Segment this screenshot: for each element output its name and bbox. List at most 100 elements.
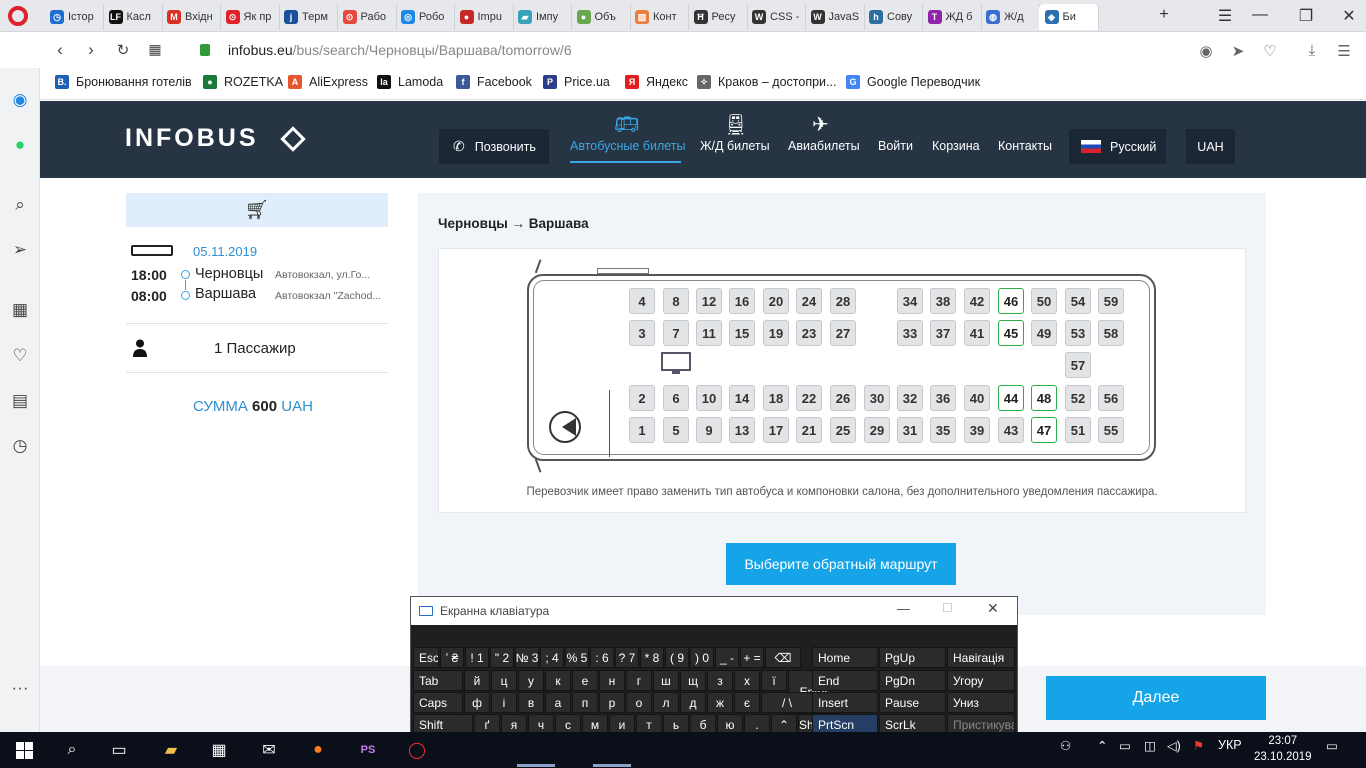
- bookmark-item[interactable]: ● ROZETKA: [203, 75, 283, 89]
- keyboard-key[interactable]: * 8: [640, 647, 664, 668]
- keyboard-side-key[interactable]: PgDn: [879, 670, 946, 691]
- keyboard-key[interactable]: № 3: [515, 647, 539, 668]
- bookmark-item[interactable]: Я Яндекс: [625, 75, 688, 89]
- easy-setup-icon[interactable]: ☰: [1334, 42, 1354, 60]
- keyboard-key[interactable]: н: [599, 670, 625, 691]
- whatsapp-icon[interactable]: ●: [9, 134, 31, 156]
- search-icon[interactable]: ⌕: [57, 735, 87, 765]
- tab-menu-icon[interactable]: ☰: [1215, 6, 1235, 26]
- return-route-button[interactable]: Выберите обратный маршрут: [726, 543, 956, 585]
- keyboard-key[interactable]: п: [572, 692, 598, 713]
- keyboard-key[interactable]: д: [680, 692, 706, 713]
- keyboard-side-key[interactable]: Pause: [879, 692, 946, 713]
- history-icon[interactable]: ◷: [9, 435, 31, 457]
- keyboard-side-key[interactable]: Угору: [947, 670, 1015, 691]
- keyboard-key[interactable]: ( 9: [665, 647, 689, 668]
- bookmark-item[interactable]: G Google Переводчик: [846, 75, 980, 89]
- currency-selector[interactable]: UAH: [1186, 129, 1235, 164]
- keyboard-key[interactable]: % 5: [565, 647, 589, 668]
- close-window-icon[interactable]: ✕: [1339, 6, 1359, 26]
- seat-available[interactable]: 48: [1031, 385, 1057, 411]
- keyboard-key[interactable]: г: [626, 670, 652, 691]
- next-button[interactable]: Далее: [1046, 676, 1266, 720]
- keyboard-side-key[interactable]: Навігація: [947, 647, 1015, 668]
- nav-login[interactable]: Войти: [878, 139, 913, 153]
- keyboard-key[interactable]: ц: [491, 670, 517, 691]
- keyboard-key[interactable]: ; 4: [540, 647, 564, 668]
- speed-dial-icon[interactable]: ▦: [9, 299, 31, 321]
- keyboard-key[interactable]: ʼ ₴: [440, 647, 464, 668]
- people-icon[interactable]: ⚇: [1060, 738, 1071, 753]
- keyboard-key[interactable]: е: [572, 670, 598, 691]
- kb-maximize-icon[interactable]: ☐: [942, 601, 953, 615]
- seat-available[interactable]: 44: [998, 385, 1024, 411]
- browser-tab[interactable]: ◈ Би: [1038, 4, 1099, 30]
- back-icon[interactable]: ‹: [50, 40, 70, 60]
- keyboard-key[interactable]: л: [653, 692, 679, 713]
- keyboard-key[interactable]: й: [464, 670, 490, 691]
- nav-cart[interactable]: Корзина: [932, 139, 980, 153]
- keyboard-key[interactable]: + =: [740, 647, 764, 668]
- keyboard-key[interactable]: ї: [761, 670, 787, 691]
- nav-train-tickets[interactable]: Ж/Д билеты: [700, 139, 770, 153]
- keyboard-key[interactable]: і: [491, 692, 517, 713]
- keyboard-key[interactable]: ! 1: [465, 647, 489, 668]
- keyboard-key[interactable]: Tab: [413, 670, 463, 691]
- nav-air-tickets[interactable]: Авиабилеты: [788, 139, 860, 153]
- bookmark-item[interactable]: la Lamoda: [377, 75, 443, 89]
- keyboard-key[interactable]: Esc: [413, 647, 439, 668]
- keyboard-key[interactable]: з: [707, 670, 733, 691]
- passenger-count[interactable]: 1 Пассажир: [214, 340, 296, 357]
- messenger-icon[interactable]: ◉: [9, 89, 31, 111]
- minimize-icon[interactable]: —: [1250, 6, 1270, 24]
- site-logo[interactable]: INFOBUS: [125, 124, 259, 153]
- keyboard-key[interactable]: : 6: [590, 647, 614, 668]
- new-tab-icon[interactable]: +: [1154, 6, 1174, 24]
- bookmark-item[interactable]: A AliExpress: [288, 75, 368, 89]
- browser-tab[interactable]: LF Касл: [103, 4, 163, 30]
- network-icon[interactable]: ◫: [1144, 738, 1156, 753]
- language-selector[interactable]: Русский: [1069, 129, 1166, 164]
- keyboard-side-key[interactable]: PgUp: [879, 647, 946, 668]
- search-icon[interactable]: ⌕: [9, 194, 31, 216]
- keyboard-key[interactable]: ш: [653, 670, 679, 691]
- speed-dial-icon[interactable]: ▦: [145, 41, 165, 58]
- browser-tab[interactable]: ◍ Ж/д: [980, 4, 1040, 30]
- keyboard-side-key[interactable]: Home: [812, 647, 878, 668]
- keyboard-key[interactable]: " 2: [490, 647, 514, 668]
- keyboard-key[interactable]: к: [545, 670, 571, 691]
- send-icon[interactable]: ➢: [9, 239, 31, 261]
- kb-close-icon[interactable]: ✕: [987, 600, 999, 617]
- keyboard-side-key[interactable]: End: [812, 670, 878, 691]
- call-button[interactable]: ✆ Позвонить: [439, 129, 549, 164]
- flag-icon[interactable]: ⚑: [1193, 738, 1204, 753]
- download-icon[interactable]: ⤓: [1302, 42, 1322, 59]
- keyboard-key[interactable]: у: [518, 670, 544, 691]
- mail-icon[interactable]: ✉: [254, 735, 284, 765]
- tray-chevron-icon[interactable]: ⌃: [1097, 738, 1107, 753]
- task-view-icon[interactable]: ▭: [104, 735, 134, 765]
- url-field[interactable]: infobus.eu/bus/search/Черновцы/Варшава/t…: [228, 42, 572, 58]
- kb-minimize-icon[interactable]: —: [897, 601, 910, 616]
- news-icon[interactable]: ▤: [9, 390, 31, 412]
- battery-icon[interactable]: ▭: [1119, 738, 1131, 753]
- seat-available[interactable]: 46: [998, 288, 1024, 314]
- keyboard-key[interactable]: х: [734, 670, 760, 691]
- browser-tab[interactable]: ● Объ: [571, 4, 631, 30]
- snapshot-icon[interactable]: ◉: [1196, 42, 1216, 60]
- keyboard-key[interactable]: ж: [707, 692, 733, 713]
- keyboard-key[interactable]: а: [545, 692, 571, 713]
- volume-icon[interactable]: ◁): [1167, 738, 1181, 753]
- heart-icon[interactable]: ♡: [9, 345, 31, 367]
- keyboard-key[interactable]: _ -: [715, 647, 739, 668]
- browser-tab[interactable]: Ħ Ресу: [688, 4, 748, 30]
- store-icon[interactable]: ▦: [204, 735, 234, 765]
- restore-icon[interactable]: ❐: [1296, 6, 1316, 26]
- keyboard-key[interactable]: / \: [761, 692, 813, 713]
- keyboard-key[interactable]: ) 0: [690, 647, 714, 668]
- keyboard-key[interactable]: о: [626, 692, 652, 713]
- browser-tab[interactable]: W JavaS: [805, 4, 865, 30]
- seat-available[interactable]: 47: [1031, 417, 1057, 443]
- browser-tab[interactable]: ● Impu: [454, 4, 514, 30]
- phpstorm-icon[interactable]: PS: [353, 735, 383, 765]
